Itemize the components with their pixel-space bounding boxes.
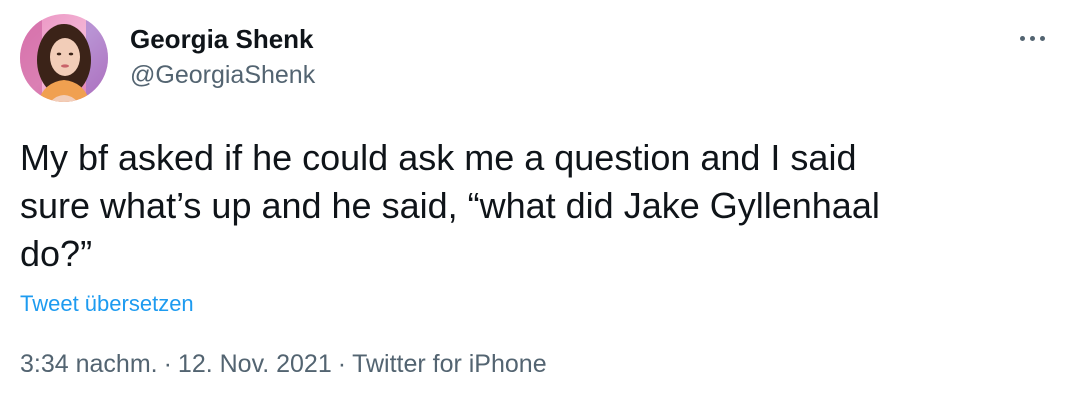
avatar[interactable] [20,14,108,102]
tweet-metadata: 3:34 nachm. · 12. Nov. 2021 · Twitter for iP… [20,348,547,380]
tweet-text-line: do?” [20,233,93,274]
user-handle[interactable]: @GeorgiaShenk [130,60,315,90]
tweet-card: Georgia Shenk @GeorgiaShenk My bf asked … [0,0,1072,404]
tweet-source[interactable]: Twitter for iPhone [352,350,547,378]
meta-separator: · [337,350,347,378]
meta-separator: · [163,350,172,378]
translate-tweet-link[interactable]: Tweet übersetzen [20,290,194,318]
tweet-text: My bf asked if he could ask me a questio… [20,134,1020,278]
more-dot [1019,35,1025,41]
more-options-icon[interactable] [1012,28,1052,48]
tweet-text-line: sure what’s up and he said, “what did Ja… [20,185,880,226]
tweet-text-line: My bf asked if he could ask me a questio… [20,137,857,178]
display-name[interactable]: Georgia Shenk [130,24,314,54]
tweet-date[interactable]: 12. Nov. 2021 [178,350,332,378]
more-dot [1039,35,1045,41]
more-dot [1029,35,1035,41]
tweet-time[interactable]: 3:34 nachm. [20,350,158,378]
avatar-image [20,14,108,102]
